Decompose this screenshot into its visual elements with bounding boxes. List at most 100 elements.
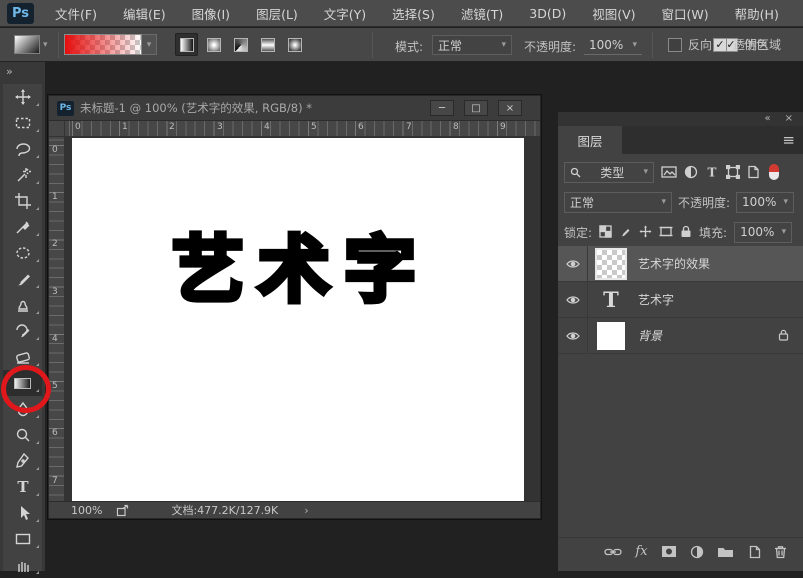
lock-position-icon[interactable] — [639, 223, 652, 242]
document-window: Ps 未标题-1 @ 100% (艺术字的效果, RGB/8) * ─ □ × … — [48, 95, 541, 519]
toolbar-collapse-icon[interactable]: » — [6, 65, 13, 78]
blend-mode-select[interactable]: 正常 ▾ — [432, 35, 512, 55]
menu-view[interactable]: 视图(V) — [579, 0, 648, 27]
layer-opacity-select[interactable]: 100% ▾ — [736, 192, 794, 213]
share-icon[interactable] — [116, 504, 129, 517]
layer-thumbnail[interactable]: T — [588, 287, 634, 312]
vertical-ruler[interactable]: 0 1 2 3 4 5 6 7 — [49, 137, 65, 501]
document-titlebar[interactable]: Ps 未标题-1 @ 100% (艺术字的效果, RGB/8) * ─ □ × — [49, 96, 540, 121]
filter-adjustment-icon[interactable] — [684, 165, 698, 179]
gradient-preview[interactable] — [64, 34, 142, 55]
reflected-gradient-button[interactable] — [256, 33, 279, 56]
menu-filter[interactable]: 滤镜(T) — [448, 0, 516, 27]
close-panel-icon[interactable]: × — [785, 114, 793, 124]
layer-row-background[interactable]: 背景 — [558, 318, 803, 354]
layer-list: 艺术字的效果 T 艺术字 背景 — [558, 246, 803, 354]
filter-shape-icon[interactable] — [726, 165, 740, 179]
new-layer-icon[interactable] — [747, 545, 761, 559]
menu-type[interactable]: 文字(Y) — [311, 0, 379, 27]
path-selection-tool[interactable] — [3, 500, 42, 526]
menu-layer[interactable]: 图层(L) — [243, 0, 311, 27]
reverse-checkbox[interactable] — [668, 38, 682, 52]
visibility-toggle[interactable] — [558, 246, 588, 282]
angle-gradient-button[interactable] — [229, 33, 252, 56]
layer-name[interactable]: 艺术字的效果 — [638, 255, 710, 272]
canvas[interactable]: 艺术字 — [72, 138, 524, 501]
ruler-number: 2 — [169, 122, 175, 132]
layer-thumbnail[interactable] — [588, 250, 634, 278]
magic-wand-tool[interactable] — [3, 162, 42, 188]
delete-layer-icon[interactable] — [774, 545, 787, 559]
lasso-tool[interactable] — [3, 136, 42, 162]
adjustment-layer-icon[interactable] — [690, 545, 704, 559]
filter-pixel-icon[interactable] — [661, 165, 677, 179]
transparency-checkbox[interactable]: ✓ — [713, 38, 727, 52]
layer-style-icon[interactable]: fx — [635, 544, 647, 559]
move-tool[interactable] — [3, 84, 42, 110]
layer-name[interactable]: 背景 — [638, 327, 662, 344]
minimize-button[interactable]: ─ — [430, 100, 454, 116]
zoom-level[interactable]: 100% — [71, 504, 102, 517]
canvas-viewport[interactable]: 艺术字 — [65, 137, 540, 501]
type-icon: T — [14, 478, 32, 496]
radial-gradient-button[interactable] — [202, 33, 225, 56]
linear-gradient-button[interactable] — [175, 33, 198, 56]
crop-tool[interactable] — [3, 188, 42, 214]
marquee-tool[interactable] — [3, 110, 42, 136]
visibility-toggle[interactable] — [558, 282, 588, 318]
opacity-select[interactable]: 100% ▾ — [584, 35, 642, 55]
panel-group-header: « × — [558, 112, 803, 126]
tab-layers[interactable]: 图层 — [558, 126, 622, 154]
ruler-number: 0 — [75, 122, 81, 132]
reflected-gradient-icon — [261, 38, 275, 52]
brush-tool[interactable] — [3, 266, 42, 292]
filter-smart-object-icon[interactable] — [747, 165, 760, 179]
menu-image[interactable]: 图像(I) — [179, 0, 243, 27]
lock-all-icon[interactable] — [680, 223, 692, 242]
collapse-panel-icon[interactable]: « — [764, 114, 770, 124]
lock-transparent-icon[interactable] — [599, 223, 612, 242]
menu-select[interactable]: 选择(S) — [379, 0, 448, 27]
healing-brush-tool[interactable] — [3, 240, 42, 266]
layer-thumbnail[interactable] — [588, 322, 634, 350]
tool-preset-swatch[interactable] — [14, 35, 40, 54]
rectangle-tool[interactable] — [3, 526, 42, 552]
menu-edit[interactable]: 编辑(E) — [110, 0, 179, 27]
layer-mask-icon[interactable] — [661, 545, 677, 558]
dodge-tool[interactable] — [3, 422, 42, 448]
layer-blend-mode-select[interactable]: 正常 ▾ — [564, 192, 672, 213]
filter-type-layer-icon[interactable]: T — [705, 165, 719, 179]
history-brush-tool[interactable] — [3, 318, 42, 344]
status-chevron-icon[interactable]: › — [304, 504, 308, 517]
menu-file[interactable]: 文件(F) — [42, 0, 110, 27]
tool-preset-dropdown-icon[interactable]: ▾ — [43, 40, 48, 50]
ruler-corner[interactable] — [49, 121, 65, 137]
filter-toggle-switch[interactable] — [769, 164, 779, 180]
hand-tool[interactable] — [3, 552, 42, 578]
lock-pixels-icon[interactable] — [619, 223, 632, 242]
type-tool[interactable]: T — [3, 474, 42, 500]
maximize-button[interactable]: □ — [464, 100, 488, 116]
horizontal-ruler[interactable]: 0 1 2 3 4 5 6 7 8 9 — [65, 121, 540, 137]
eyedropper-tool[interactable] — [3, 214, 42, 240]
visibility-toggle[interactable] — [558, 318, 588, 354]
link-layers-icon[interactable] — [604, 546, 622, 558]
gradient-picker-button[interactable]: ▾ — [142, 34, 157, 55]
filter-type-select[interactable]: 类型 ▾ — [564, 162, 654, 183]
menu-3d[interactable]: 3D(D) — [516, 0, 579, 27]
menu-help[interactable]: 帮助(H) — [722, 0, 792, 27]
clone-stamp-tool[interactable] — [3, 292, 42, 318]
fill-select[interactable]: 100% ▾ — [734, 222, 792, 243]
lock-artboard-icon[interactable] — [659, 223, 673, 242]
new-group-icon[interactable] — [717, 545, 734, 558]
layer-row-effect[interactable]: 艺术字的效果 — [558, 246, 803, 282]
marquee-icon — [14, 114, 32, 132]
blend-mode-value: 正常 — [438, 37, 462, 54]
menu-window[interactable]: 窗口(W) — [649, 0, 722, 27]
diamond-gradient-button[interactable] — [283, 33, 306, 56]
panel-menu-icon[interactable]: ≡ — [782, 131, 795, 149]
pen-tool[interactable] — [3, 448, 42, 474]
layer-row-text[interactable]: T 艺术字 — [558, 282, 803, 318]
layer-name[interactable]: 艺术字 — [638, 291, 674, 308]
close-button[interactable]: × — [498, 100, 522, 116]
